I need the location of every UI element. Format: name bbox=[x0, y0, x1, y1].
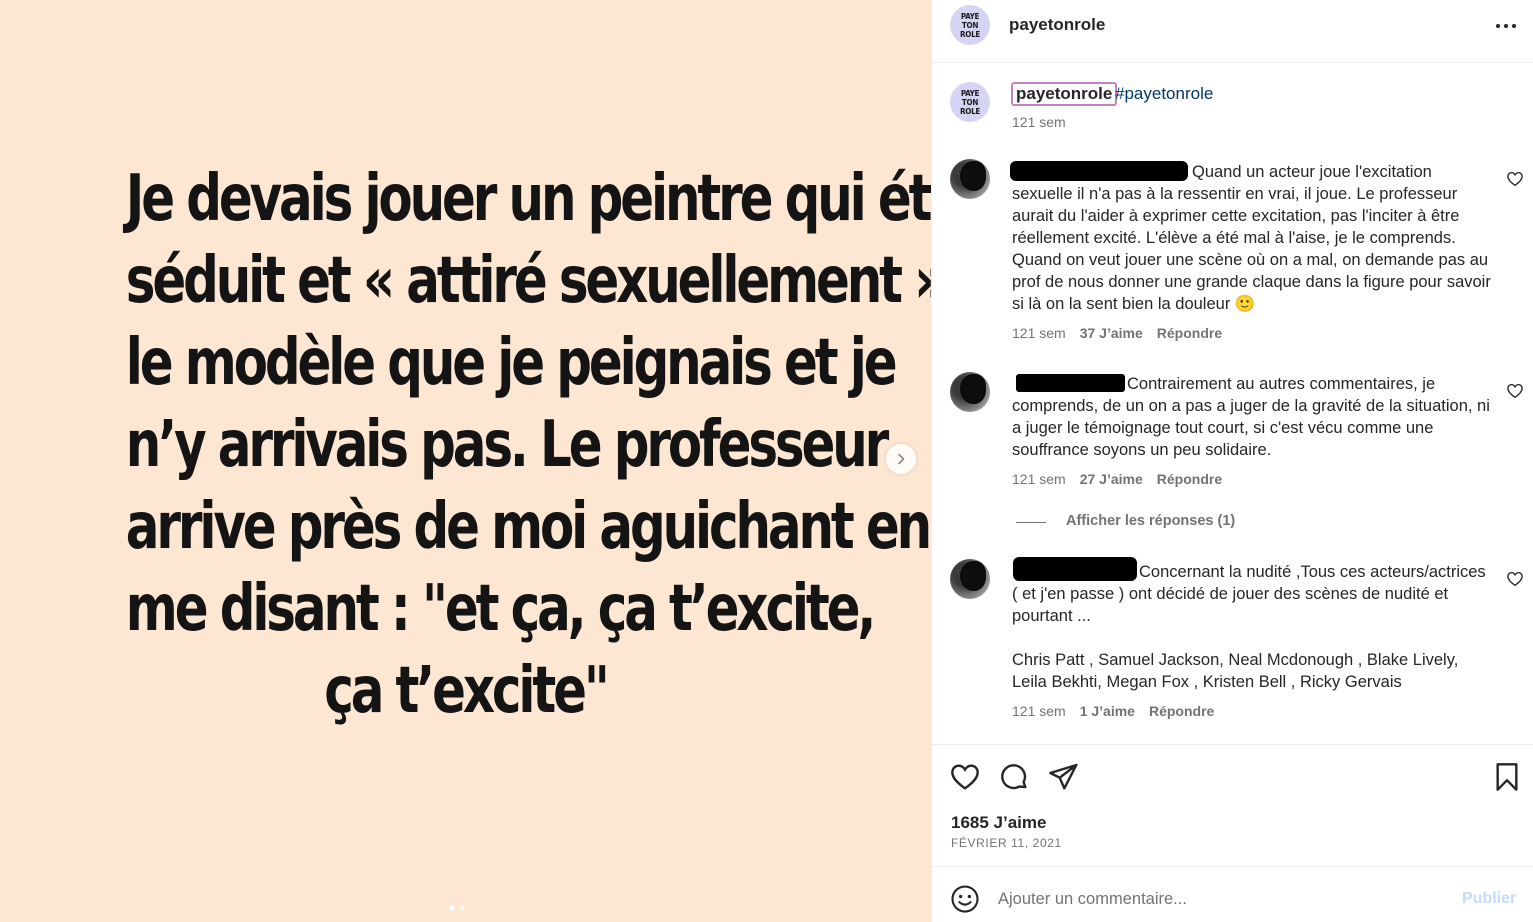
comment-like-icon[interactable] bbox=[1506, 570, 1524, 588]
avatar-text: PAYE bbox=[960, 11, 980, 21]
comment-text: Quand un acteur joue l'excitation sexuel… bbox=[1012, 163, 1491, 313]
media-quote-line: me disant : "et ça, ça t’excite, bbox=[125, 572, 877, 646]
avatar-text: ROLE bbox=[960, 29, 980, 39]
view-replies-button[interactable]: Afficher les réponses (1) bbox=[1066, 513, 1235, 529]
avatar[interactable]: PAYE TON ROLE bbox=[950, 82, 990, 122]
header-username[interactable]: payetonrole bbox=[1009, 15, 1105, 35]
slide-dot-active bbox=[449, 905, 455, 911]
commenter-avatar[interactable] bbox=[950, 372, 990, 412]
comment-meta: 121 sem 1 J’aime Répondre bbox=[1012, 703, 1214, 719]
avatar-text: TON bbox=[961, 20, 979, 30]
comment-likes[interactable]: 1 J’aime bbox=[1080, 703, 1135, 719]
post-date: FÉVRIER 11, 2021 bbox=[951, 836, 1062, 850]
media-quote-text: Je devais jouer un peintre qui était séd… bbox=[125, 158, 931, 732]
comment-text: Concernant la nudité ,Tous ces acteurs/a… bbox=[1012, 563, 1486, 625]
add-comment-bar: Publier bbox=[932, 866, 1533, 922]
avatar-text: ROLE bbox=[960, 106, 980, 116]
comment-time: 121 sem bbox=[1012, 325, 1066, 341]
replies-divider bbox=[1016, 522, 1046, 523]
comment-meta: 121 sem 27 J’aime Répondre bbox=[1012, 471, 1222, 487]
post-actions: 1685 J’aime FÉVRIER 11, 2021 bbox=[932, 744, 1533, 866]
comment-text: Contrairement au autres commentaires, je… bbox=[1012, 375, 1490, 459]
media-quote-line: n’y arrivais pas. Le professeur bbox=[125, 408, 889, 482]
commenter-avatar[interactable] bbox=[950, 559, 990, 599]
post-header: PAYE TON ROLE payetonrole bbox=[932, 0, 1533, 63]
caption-time: 121 sem bbox=[1012, 114, 1066, 130]
reply-button[interactable]: Répondre bbox=[1149, 703, 1214, 719]
comment-input[interactable] bbox=[998, 885, 1438, 913]
caption-username[interactable]: payetonrole bbox=[1011, 82, 1118, 106]
avatar-text: TON bbox=[961, 97, 979, 107]
comment-time: 121 sem bbox=[1012, 471, 1066, 487]
post-sidebar: PAYE TON ROLE payetonrole PAYE TON ROLE … bbox=[931, 0, 1533, 922]
share-icon[interactable] bbox=[1047, 761, 1079, 793]
comment-likes[interactable]: 27 J’aime bbox=[1080, 471, 1143, 487]
commenter-avatar[interactable] bbox=[950, 159, 990, 199]
chevron-right-icon bbox=[898, 453, 905, 465]
comment-time: 121 sem bbox=[1012, 703, 1066, 719]
publish-button[interactable]: Publier bbox=[1462, 890, 1516, 908]
media-quote-line: séduit et « attiré sexuellement » par bbox=[125, 244, 931, 318]
comment-icon[interactable] bbox=[998, 761, 1030, 793]
heart-icon[interactable] bbox=[949, 761, 981, 793]
comment-meta: 121 sem 37 J’aime Répondre bbox=[1012, 325, 1222, 341]
media-quote-line: ça t’excite" bbox=[324, 654, 610, 728]
slide-dot bbox=[459, 905, 465, 911]
post-media: Je devais jouer un peintre qui était séd… bbox=[0, 0, 931, 922]
comment-text-continued: Chris Patt , Samuel Jackson, Neal Mcdono… bbox=[1012, 651, 1459, 691]
reply-button[interactable]: Répondre bbox=[1157, 325, 1222, 341]
caption-hashtag[interactable]: #payetonrole bbox=[1115, 84, 1213, 104]
comment-like-icon[interactable] bbox=[1506, 382, 1524, 400]
comment-like-icon[interactable] bbox=[1506, 170, 1524, 188]
bookmark-icon[interactable] bbox=[1491, 761, 1523, 793]
media-quote-line: arrive près de moi aguichant en bbox=[125, 490, 931, 564]
avatar-text: PAYE bbox=[960, 88, 980, 98]
emoji-icon[interactable] bbox=[950, 884, 980, 914]
next-slide-button[interactable] bbox=[886, 444, 916, 474]
more-options-button[interactable] bbox=[1492, 16, 1520, 36]
reply-button[interactable]: Répondre bbox=[1157, 471, 1222, 487]
comment-likes[interactable]: 37 J’aime bbox=[1080, 325, 1143, 341]
media-quote-line: le modèle que je peignais et je bbox=[125, 326, 898, 400]
avatar[interactable]: PAYE TON ROLE bbox=[950, 5, 990, 45]
ellipsis-icon bbox=[1496, 24, 1516, 28]
slide-indicator bbox=[449, 905, 465, 911]
media-quote-line: Je devais jouer un peintre qui était bbox=[125, 162, 931, 236]
post-like-count[interactable]: 1685 J’aime bbox=[951, 813, 1046, 833]
